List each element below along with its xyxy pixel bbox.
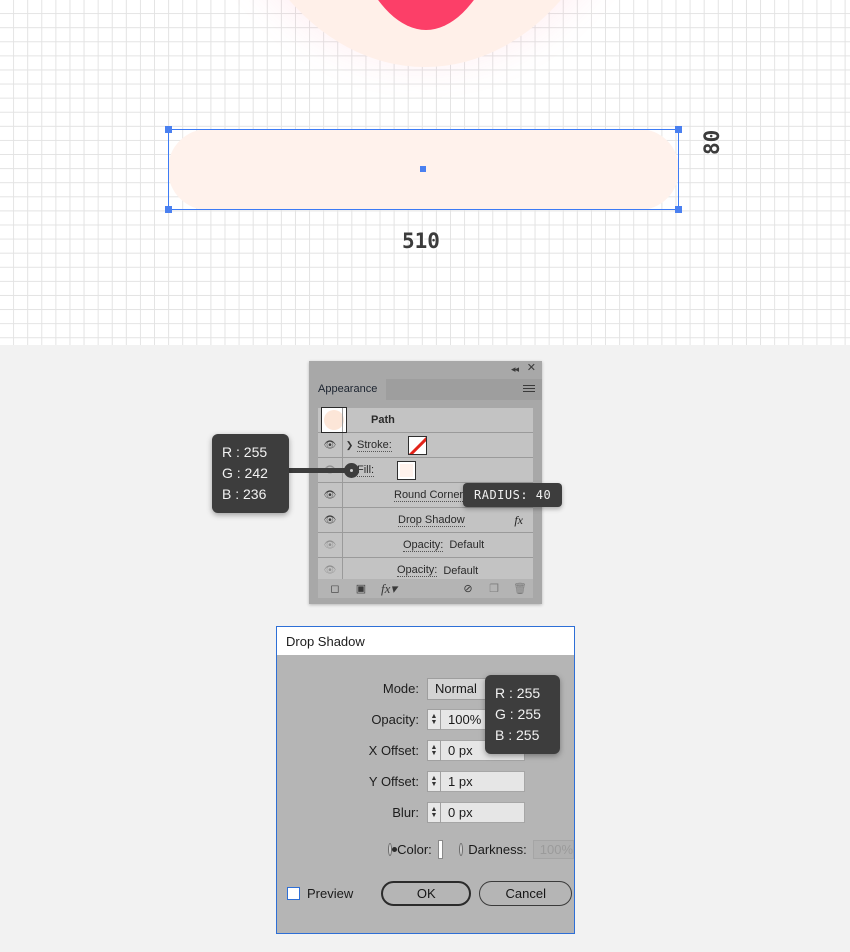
appearance-panel-tabrow: Appearance — [309, 379, 542, 400]
add-new-effect-icon[interactable]: fx▾ — [374, 581, 404, 597]
appearance-row-label[interactable]: Round Corners — [394, 489, 469, 502]
fill-color-swatch[interactable] — [400, 463, 414, 477]
preview-checkbox[interactable] — [287, 887, 300, 900]
darkness-radio[interactable] — [459, 843, 464, 856]
rgb-blue-value: B : 255 — [495, 727, 540, 743]
pink-blob-glow — [180, 0, 670, 90]
selected-shape-group[interactable] — [165, 126, 682, 213]
darkness-label: Darkness: — [468, 842, 527, 857]
y-offset-label: Y Offset: — [368, 774, 419, 789]
dialog-footer: Preview OK Cancel — [277, 881, 574, 906]
appearance-row-label[interactable]: Drop Shadow — [398, 514, 465, 527]
height-measurement-label: 80 — [700, 129, 724, 155]
selection-handle-bottom-right[interactable] — [675, 206, 682, 213]
appearance-row-label[interactable]: Opacity: — [403, 539, 444, 552]
appearance-panel-titlebar[interactable]: ◂◂ ✕ — [309, 361, 542, 379]
visibility-eye-icon[interactable]: 👁 — [318, 540, 342, 551]
y-offset-input[interactable]: 1 px — [441, 771, 525, 792]
fx-icon[interactable]: fx — [514, 513, 523, 528]
rgb-blue-value: B : 236 — [222, 486, 267, 502]
appearance-panel-toolbar: ◻ ▣ fx▾ ⊘ ❐ 🗑 — [318, 579, 533, 598]
selection-handle-top-right[interactable] — [675, 126, 682, 133]
rgb-red-value: R : 255 — [495, 685, 541, 701]
opacity-label: Opacity: — [371, 712, 419, 727]
delete-item-icon[interactable]: 🗑 — [507, 582, 533, 595]
rgb-red-value: R : 255 — [222, 444, 268, 460]
column-separator — [342, 508, 343, 532]
appearance-row-value: Default — [449, 539, 485, 551]
path-thumbnail — [321, 407, 347, 433]
appearance-row-label[interactable]: Stroke: — [357, 439, 392, 452]
stroke-none-swatch[interactable] — [407, 435, 427, 455]
blur-row: Blur: ▲ ▼ 0 px — [277, 797, 574, 828]
color-radio[interactable] — [388, 843, 398, 856]
fill-color-rgb-tooltip: R : 255 G : 242 B : 236 — [212, 434, 289, 513]
column-separator — [342, 433, 343, 457]
radius-tooltip: RADIUS: 40 — [463, 483, 563, 507]
mode-label: Mode: — [382, 681, 419, 696]
shadow-color-swatch[interactable] — [437, 840, 444, 859]
mode-select-value: Normal — [435, 681, 477, 696]
visibility-eye-icon[interactable]: 👁 — [318, 515, 342, 526]
drop-shadow-dialog[interactable]: Drop Shadow Mode: Normal ⌄ Opacity: ▲▼ 1… — [276, 626, 575, 934]
appearance-row-label: Path — [371, 414, 395, 426]
visibility-eye-icon[interactable]: 👁 — [318, 440, 342, 451]
shadow-color-rgb-tooltip: R : 255 G : 255 B : 255 — [485, 675, 560, 754]
rgb-green-value: G : 255 — [495, 706, 541, 722]
selection-edge-bottom — [168, 209, 679, 210]
blur-input[interactable]: 0 px — [441, 802, 525, 823]
ok-button[interactable]: OK — [381, 881, 472, 906]
appearance-row-drop-shadow[interactable]: 👁 Drop Shadow fx — [318, 508, 533, 533]
dialog-title: Drop Shadow — [277, 627, 574, 655]
artboard-canvas[interactable] — [0, 0, 850, 345]
add-new-fill-icon[interactable]: ▣ — [348, 582, 374, 595]
tab-appearance[interactable]: Appearance — [309, 379, 387, 400]
selection-edge-top — [168, 129, 679, 130]
color-label: Color: — [397, 842, 432, 857]
selection-edge-right — [678, 129, 679, 210]
column-separator — [342, 408, 343, 432]
clear-appearance-icon[interactable]: ⊘ — [455, 582, 481, 595]
width-measurement-label: 510 — [402, 229, 440, 253]
opacity-stepper[interactable]: ▲ ▼ — [427, 709, 441, 730]
selection-handle-bottom-left[interactable] — [165, 206, 172, 213]
preview-label[interactable]: Preview — [307, 886, 353, 901]
selection-edge-left — [168, 129, 169, 210]
visibility-eye-icon[interactable]: 👁 — [318, 490, 342, 501]
visibility-eye-icon[interactable]: 👁 — [318, 565, 342, 576]
appearance-row-path[interactable]: Path — [318, 407, 533, 433]
duplicate-item-icon[interactable]: ❐ — [481, 582, 507, 595]
close-icon[interactable]: ✕ — [527, 363, 536, 374]
column-separator — [342, 533, 343, 557]
color-darkness-row: Color: Darkness: 100% — [277, 840, 575, 859]
pink-blob-soft-ring — [222, 0, 628, 67]
selection-center-point — [420, 166, 426, 172]
appearance-row-label[interactable]: Fill: — [357, 464, 375, 477]
panel-menu-icon[interactable] — [523, 385, 535, 394]
appearance-row-stroke[interactable]: 👁 ❯ Stroke: — [318, 433, 533, 458]
darkness-input[interactable]: 100% — [532, 840, 575, 859]
selection-handle-top-left[interactable] — [165, 126, 172, 133]
cancel-button[interactable]: Cancel — [479, 881, 573, 906]
blur-stepper[interactable]: ▲ ▼ — [427, 802, 441, 823]
x-offset-label: X Offset: — [368, 743, 419, 758]
appearance-row-opacity-1[interactable]: 👁 Opacity: Default — [318, 533, 533, 558]
collapse-icon[interactable]: ◂◂ — [511, 364, 519, 375]
chevron-right-icon[interactable]: ❯ — [342, 440, 357, 451]
appearance-row-label[interactable]: Opacity: — [397, 564, 438, 577]
tooltip-connector-knob — [344, 463, 359, 478]
y-offset-stepper[interactable]: ▲ ▼ — [427, 771, 441, 792]
column-separator — [342, 483, 343, 507]
add-new-stroke-icon[interactable]: ◻ — [322, 582, 348, 595]
appearance-row-value: Default — [443, 564, 479, 577]
y-offset-row: Y Offset: ▲ ▼ 1 px — [277, 766, 574, 797]
pink-blob-core — [330, 0, 522, 30]
blur-label: Blur: — [392, 805, 419, 820]
x-offset-stepper[interactable]: ▲ ▼ — [427, 740, 441, 761]
rgb-green-value: G : 242 — [222, 465, 268, 481]
